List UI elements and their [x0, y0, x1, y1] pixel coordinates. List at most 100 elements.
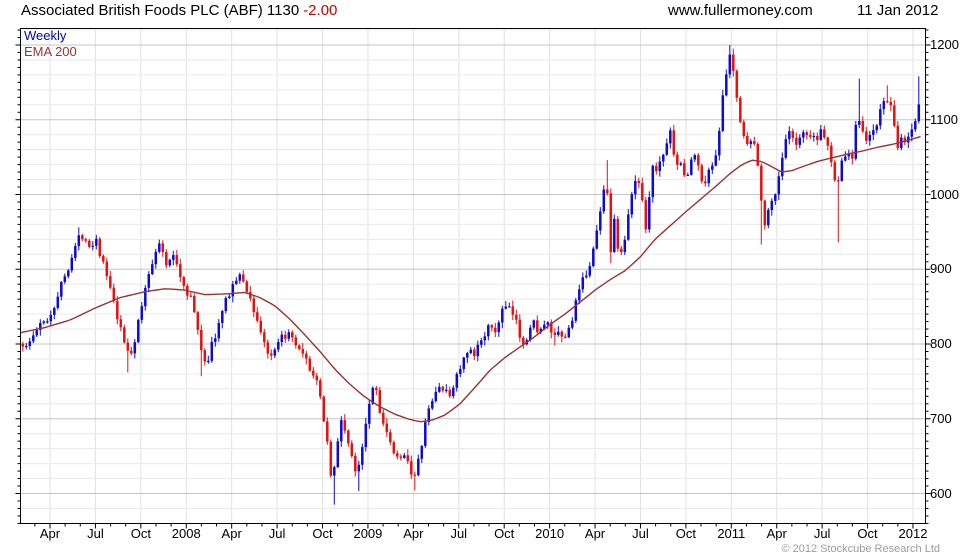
candle-body — [147, 274, 151, 288]
candle-body — [532, 320, 536, 328]
candle-body — [777, 176, 781, 195]
candle-body — [291, 332, 294, 338]
y-axis-label: 800 — [930, 336, 952, 351]
y-axis-label: 600 — [930, 485, 952, 501]
candle-body — [340, 420, 343, 442]
candle-body — [833, 162, 837, 181]
candle-body — [868, 134, 872, 141]
candle-body — [49, 314, 53, 322]
candle-body — [627, 214, 630, 240]
candle-body — [686, 174, 690, 177]
candle-body — [312, 370, 315, 376]
x-axis-label: Oct — [312, 526, 333, 541]
candle-body — [854, 124, 858, 159]
candle-body — [728, 54, 732, 75]
website-link[interactable]: www.fullermoney.com — [668, 2, 813, 19]
x-axis-label: 2009 — [353, 526, 383, 541]
candle-body — [315, 375, 319, 381]
candle-body — [732, 54, 735, 71]
candle-body — [396, 453, 399, 457]
candle-body — [438, 386, 441, 392]
candle-body — [609, 193, 613, 252]
candle-body — [175, 255, 179, 265]
candle-body — [266, 342, 270, 354]
candle-body — [917, 104, 921, 122]
candle-body — [504, 306, 508, 309]
candle-body — [592, 248, 595, 267]
candle-body — [529, 327, 532, 341]
candle-body — [641, 183, 644, 201]
candle-body — [637, 180, 641, 184]
candle-body — [336, 441, 340, 468]
candle-body — [256, 312, 259, 321]
candle-body — [697, 155, 700, 166]
candle-body — [242, 274, 245, 282]
candle-body — [224, 297, 228, 312]
candle-body — [893, 105, 896, 126]
candle-body — [679, 163, 683, 165]
candle-body — [46, 321, 49, 323]
x-axis-label: Jul — [450, 526, 468, 541]
candle-body — [725, 74, 728, 96]
candle-body — [231, 284, 235, 297]
candle-body — [350, 443, 354, 456]
candle-body — [497, 322, 501, 333]
candle-body — [424, 422, 427, 446]
x-axis-label: 2012 — [898, 526, 928, 541]
x-axis-label: Apr — [221, 526, 242, 541]
candle-body — [613, 218, 616, 252]
candle-body — [770, 200, 774, 211]
candle-body — [536, 320, 539, 333]
candle-body — [791, 131, 795, 138]
candle-body — [487, 325, 490, 337]
candle-body — [630, 194, 634, 215]
candle-body — [445, 389, 448, 392]
x-axis-label: Oct — [857, 526, 878, 541]
candle-body — [620, 248, 623, 253]
candle-body — [739, 97, 742, 122]
candle-body — [473, 349, 476, 357]
candle-body — [179, 264, 182, 278]
candle-body — [137, 319, 140, 343]
x-axis-label: Jul — [268, 526, 286, 541]
candle-body — [466, 353, 469, 358]
candle-body — [760, 165, 763, 201]
candle-body — [459, 369, 462, 374]
candle-body — [70, 257, 74, 271]
candle-body — [151, 264, 154, 275]
candlestick-chart-canvas — [15, 28, 931, 529]
candle-body — [844, 156, 847, 161]
candle-body — [28, 341, 32, 346]
candle-body — [298, 345, 301, 350]
candle-body — [361, 447, 364, 465]
candle-body — [889, 101, 893, 106]
candle-body — [553, 332, 557, 335]
candle-body — [112, 287, 116, 302]
copyright-notice: © 2012 Stockcube Research Ltd — [781, 543, 940, 555]
candle-body — [354, 455, 357, 472]
x-axis-label: Jul — [632, 526, 649, 541]
candle-body — [252, 298, 256, 313]
candle-body — [872, 130, 875, 135]
candle-body — [910, 129, 914, 137]
candle-body — [602, 189, 606, 212]
candle-body — [494, 327, 497, 333]
chart-title: Associated British Foods PLC (ABF) 1130-… — [21, 2, 337, 19]
candle-body — [518, 319, 522, 338]
candle-body — [357, 464, 361, 472]
candle-body — [158, 243, 161, 252]
y-axis-label: 1100 — [930, 111, 958, 127]
candle-body — [375, 387, 378, 391]
candle-body — [574, 300, 578, 321]
candle-body — [753, 141, 756, 144]
candle-body — [651, 165, 655, 198]
candle-body — [119, 319, 123, 328]
candle-body — [74, 246, 77, 258]
candle-body — [301, 349, 305, 354]
y-axis-label: 900 — [930, 261, 952, 277]
candle-body — [56, 296, 60, 308]
candle-body — [616, 218, 620, 249]
x-axis-label: Oct — [494, 526, 515, 541]
candle-body — [896, 125, 900, 149]
candle-body — [781, 157, 784, 177]
